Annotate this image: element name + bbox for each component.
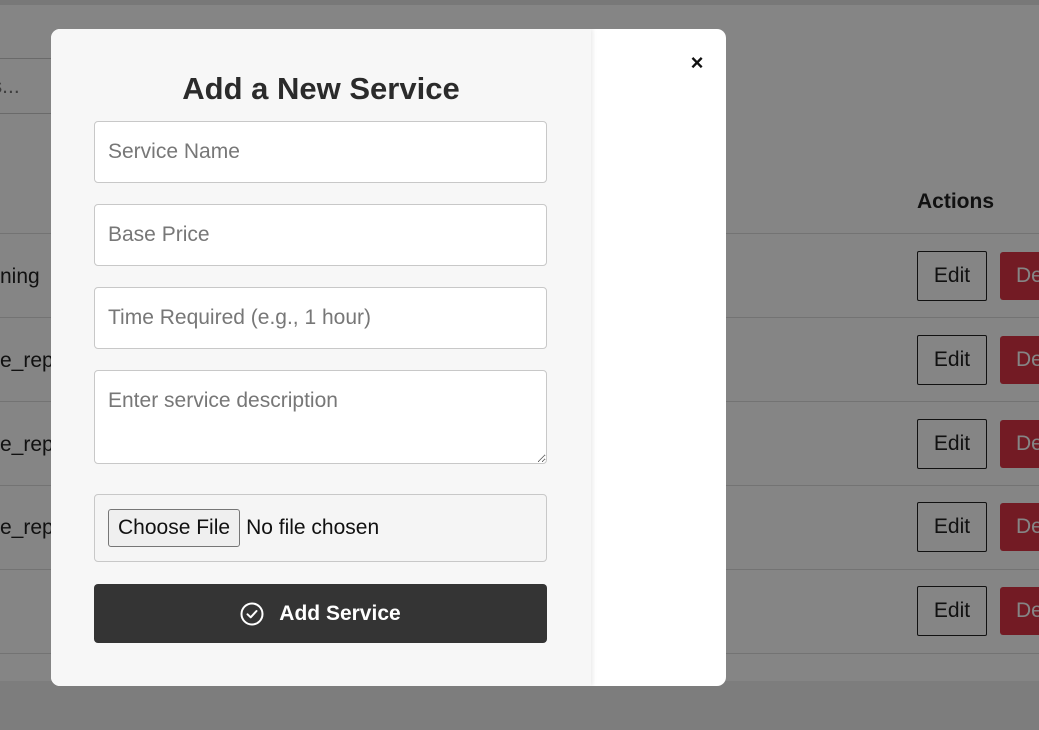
check-circle-icon — [240, 602, 264, 625]
add-service-modal: Add a New Service Choose File No file ch… — [51, 29, 726, 686]
file-input[interactable]: Choose File No file chosen — [94, 494, 547, 562]
add-service-label: Add Service — [279, 601, 401, 625]
file-status: No file chosen — [246, 516, 380, 539]
choose-file-button[interactable]: Choose File — [108, 509, 241, 547]
close-icon[interactable]: × — [686, 51, 708, 75]
description-textarea[interactable] — [94, 370, 547, 464]
add-service-button[interactable]: Add Service — [94, 584, 547, 643]
service-name-input[interactable] — [94, 121, 547, 183]
time-required-input[interactable] — [94, 287, 547, 349]
base-price-input[interactable] — [94, 204, 547, 266]
modal-title: Add a New Service — [182, 71, 460, 106]
form-panel: Add a New Service Choose File No file ch… — [51, 29, 591, 686]
